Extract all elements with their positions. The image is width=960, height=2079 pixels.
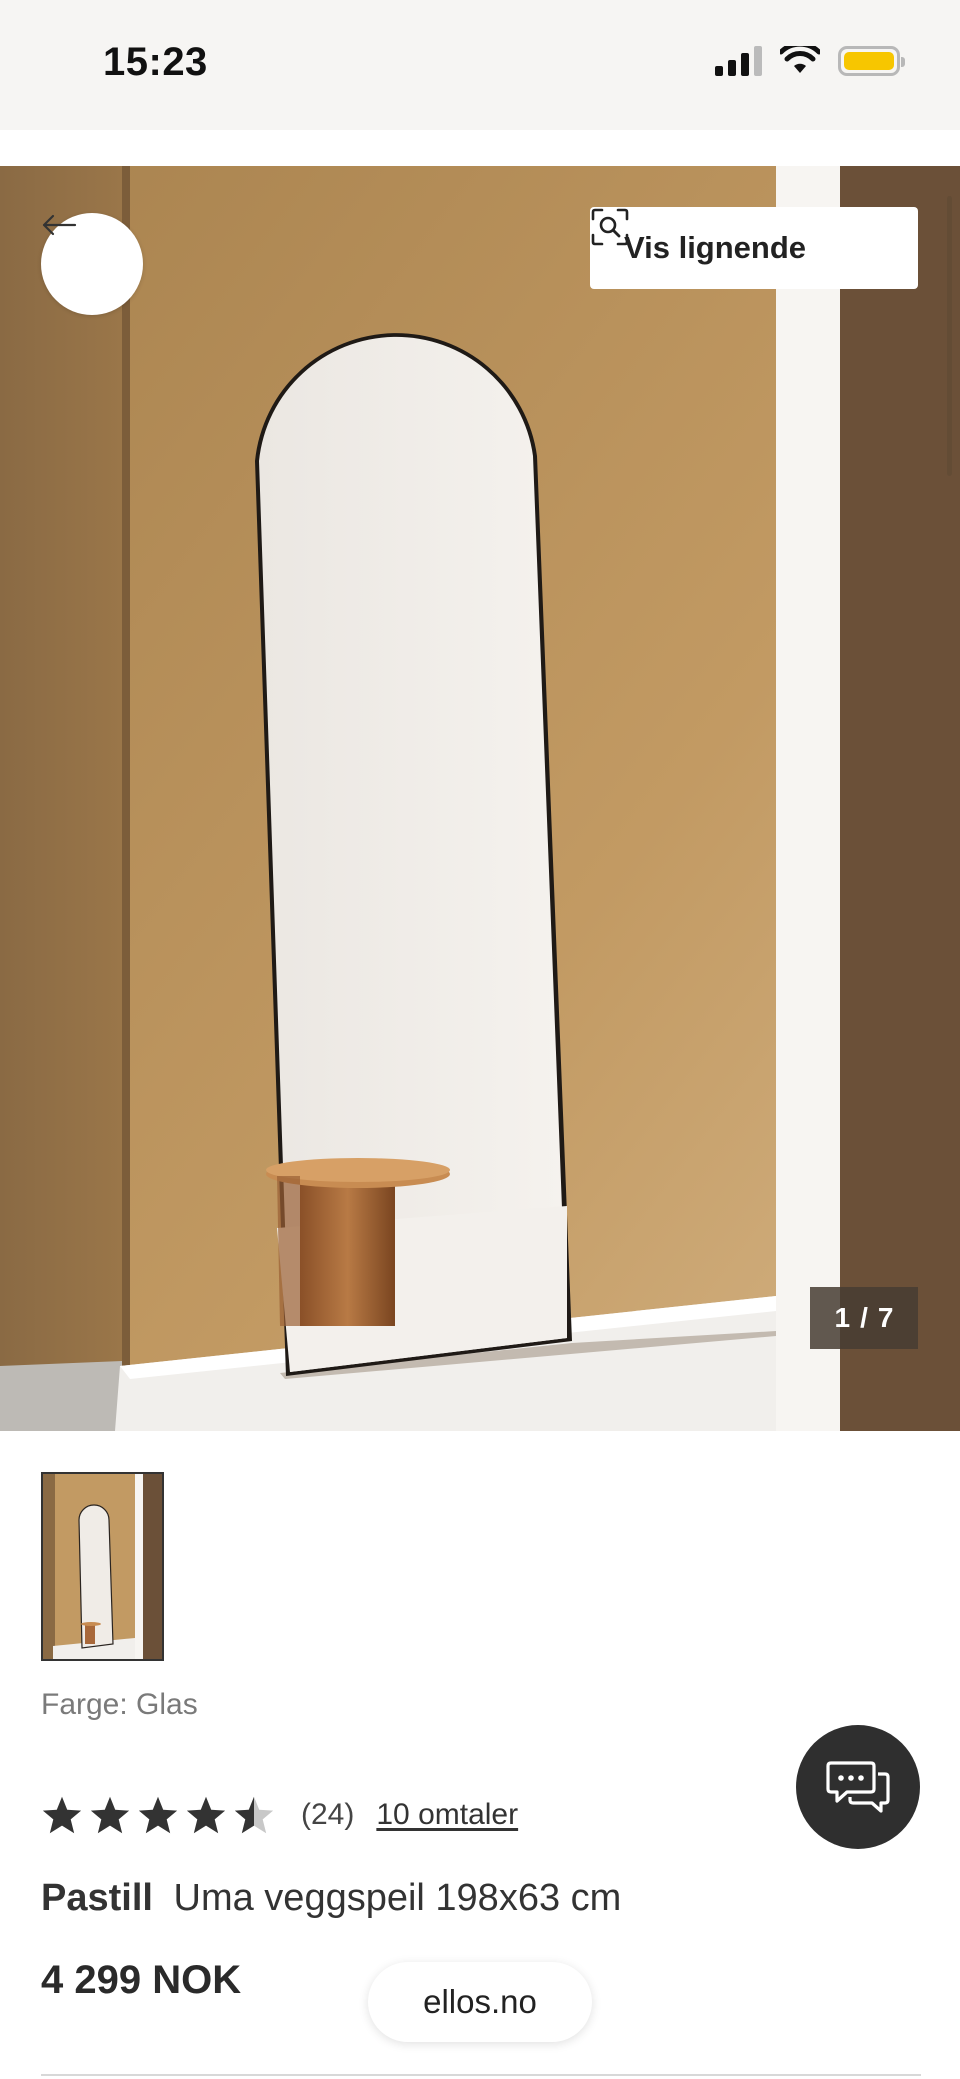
status-bar: 15:23 — [0, 0, 960, 130]
rating-row: (24) 10 omtaler — [41, 1790, 518, 1840]
chat-bubbles-icon — [826, 1761, 890, 1813]
rating-count: (24) — [301, 1798, 355, 1831]
battery-icon — [838, 46, 905, 76]
wifi-icon — [780, 46, 820, 73]
chat-button[interactable] — [796, 1725, 920, 1849]
image-counter-separator: / — [860, 1302, 868, 1333]
product-price: 4 299 NOK — [41, 1958, 242, 2002]
product-title: Pastill Uma veggspeil 198x63 cm — [41, 1877, 621, 1920]
thumbnail-photo — [43, 1474, 162, 1659]
image-counter-current: 1 — [834, 1302, 851, 1333]
product-photo — [0, 166, 960, 1431]
star-half-icon — [234, 1796, 274, 1834]
image-counter: 1 / 7 — [810, 1287, 918, 1349]
back-button[interactable] — [41, 213, 143, 315]
thumbnail-image-1[interactable] — [41, 1472, 164, 1661]
product-image-gallery[interactable]: Vis lignende 1 / 7 — [0, 166, 960, 1431]
gallery-scrollbar[interactable] — [947, 196, 952, 476]
color-label: Farge: Glas — [41, 1688, 198, 1721]
star-full-icon — [138, 1796, 178, 1834]
show-similar-button[interactable]: Vis lignende — [590, 207, 918, 289]
product-name: Uma veggspeil 198x63 cm — [173, 1877, 622, 1919]
star-full-icon — [42, 1796, 82, 1834]
status-icons — [715, 46, 905, 76]
cellular-signal-icon — [715, 46, 762, 76]
product-brand: Pastill — [41, 1877, 153, 1919]
divider — [41, 2074, 921, 2076]
reviews-link[interactable]: 10 omtaler — [376, 1798, 518, 1832]
star-full-icon — [186, 1796, 226, 1834]
visual-search-icon — [591, 208, 629, 246]
star-full-icon — [90, 1796, 130, 1834]
browser-url-pill[interactable]: ellos.no — [368, 1962, 592, 2042]
arrow-left-icon — [42, 214, 77, 236]
show-similar-label: Vis lignende — [624, 230, 807, 265]
image-counter-total: 7 — [877, 1302, 894, 1333]
rating-stars — [41, 1795, 275, 1835]
status-time: 15:23 — [103, 40, 208, 84]
battery-level — [844, 52, 894, 70]
